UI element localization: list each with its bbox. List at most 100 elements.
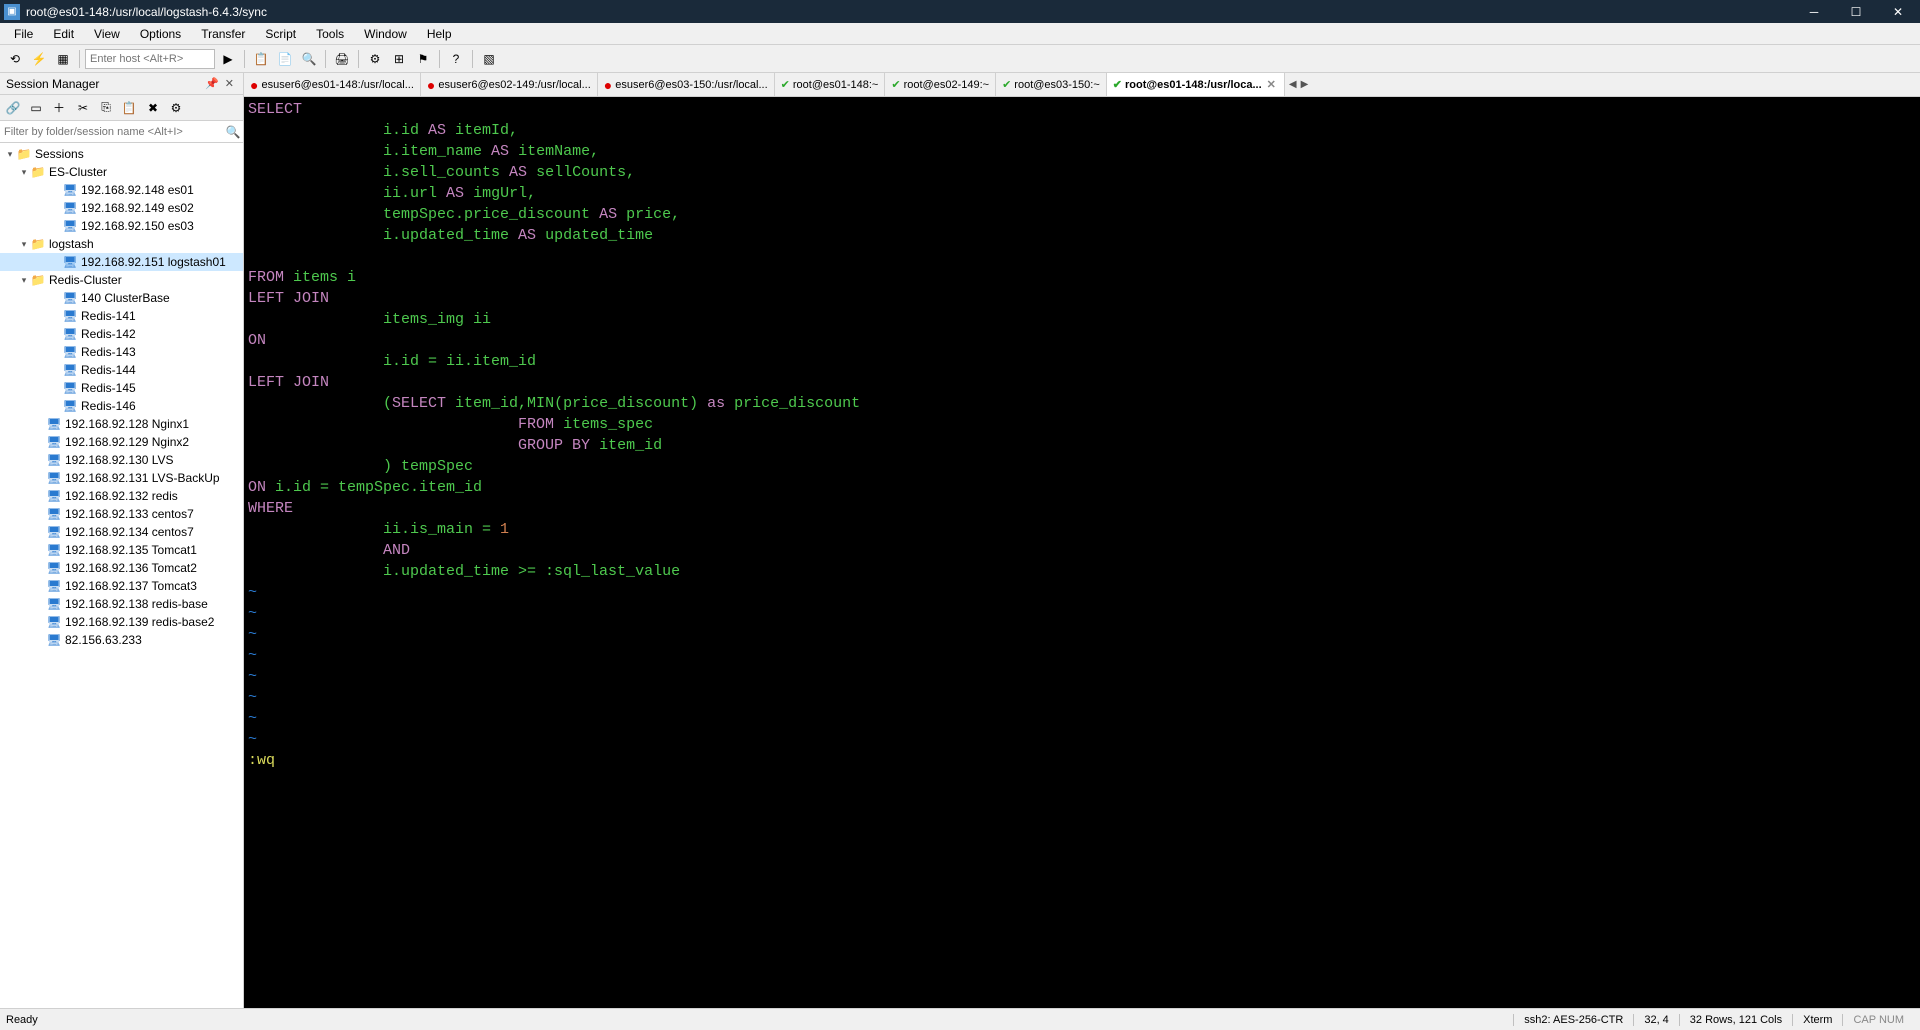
menu-window[interactable]: Window: [354, 25, 417, 43]
paste-session-button[interactable]: 📋: [118, 97, 140, 119]
tree-session[interactable]: 🖥Redis-145: [0, 379, 243, 397]
tree-folder[interactable]: ▾📁ES-Cluster: [0, 163, 243, 181]
tree-session[interactable]: 🖥192.168.92.128 Nginx1: [0, 415, 243, 433]
tree-session[interactable]: 🖥Redis-144: [0, 361, 243, 379]
session-icon: 🖥: [46, 633, 62, 647]
search-icon[interactable]: 🔍: [223, 121, 243, 142]
tab-nav: ◀▶: [1285, 73, 1312, 96]
tree-item-label: 192.168.92.135 Tomcat1: [65, 543, 197, 557]
host-input[interactable]: [85, 49, 215, 69]
tree-session[interactable]: 🖥Redis-141: [0, 307, 243, 325]
tree-session[interactable]: 🖥192.168.92.136 Tomcat2: [0, 559, 243, 577]
tree-item-label: 192.168.92.134 centos7: [65, 525, 194, 539]
tree-session[interactable]: 🖥192.168.92.149 es02: [0, 199, 243, 217]
delete-button[interactable]: ✖: [142, 97, 164, 119]
tree-item-label: 192.168.92.130 LVS: [65, 453, 174, 467]
toolbar-separator: [325, 50, 326, 68]
close-button[interactable]: ✕: [1886, 5, 1910, 19]
tree-item-label: 192.168.92.151 logstash01: [81, 255, 226, 269]
connect-dialog-button[interactable]: ▦: [52, 48, 74, 70]
session-tab[interactable]: ✔root@es03-150:~: [996, 73, 1107, 96]
session-tab[interactable]: ●esuser6@es01-148:/usr/local...: [244, 73, 421, 96]
paste-button[interactable]: 📄: [274, 48, 296, 70]
tree-item-label: Redis-Cluster: [49, 273, 122, 287]
tree-session[interactable]: 🖥192.168.92.130 LVS: [0, 451, 243, 469]
properties-button[interactable]: ⚙: [165, 97, 187, 119]
reconnect-button[interactable]: ⟲: [4, 48, 26, 70]
session-tab[interactable]: ✔root@es01-148:/usr/loca...✕: [1107, 73, 1285, 96]
menu-edit[interactable]: Edit: [43, 25, 84, 43]
disconnect-button[interactable]: ⚡: [28, 48, 50, 70]
session-icon: 🖥: [62, 327, 78, 341]
tree-item-label: Redis-146: [81, 399, 136, 413]
tree-item-label: 192.168.92.139 redis-base2: [65, 615, 214, 629]
session-icon: 🖥: [62, 201, 78, 215]
tree-session[interactable]: 🖥192.168.92.138 redis-base: [0, 595, 243, 613]
print-button[interactable]: 🖨: [331, 48, 353, 70]
menu-options[interactable]: Options: [130, 25, 191, 43]
close-panel-button[interactable]: ✕: [222, 77, 237, 90]
link-button[interactable]: 🔗: [2, 97, 24, 119]
tree-session[interactable]: 🖥192.168.92.135 Tomcat1: [0, 541, 243, 559]
tree-session[interactable]: 🖥192.168.92.129 Nginx2: [0, 433, 243, 451]
cut-button[interactable]: ✂: [72, 97, 94, 119]
tab-label: root@es03-150:~: [1014, 79, 1099, 91]
help-button[interactable]: ?: [445, 48, 467, 70]
new-folder-button[interactable]: ▭: [25, 97, 47, 119]
tab-close-button[interactable]: ✕: [1265, 78, 1278, 91]
menu-script[interactable]: Script: [255, 25, 306, 43]
title-bar: ▣ root@es01-148:/usr/local/logstash-6.4.…: [0, 0, 1920, 23]
minimize-button[interactable]: ─: [1802, 5, 1826, 19]
tree-session[interactable]: 🖥82.156.63.233: [0, 631, 243, 649]
session-tree[interactable]: ▾📁Sessions▾📁ES-Cluster🖥192.168.92.148 es…: [0, 143, 243, 1008]
extra-button[interactable]: ▧: [478, 48, 500, 70]
tree-session[interactable]: 🖥Redis-146: [0, 397, 243, 415]
pin-button[interactable]: 📌: [202, 77, 222, 90]
tree-session[interactable]: 🖥192.168.92.150 es03: [0, 217, 243, 235]
menu-transfer[interactable]: Transfer: [191, 25, 255, 43]
tree-root-label: Sessions: [35, 147, 84, 161]
session-tab[interactable]: ✔root@es01-148:~: [775, 73, 886, 96]
tree-session[interactable]: 🖥192.168.92.137 Tomcat3: [0, 577, 243, 595]
tab-prev-button[interactable]: ◀: [1289, 79, 1297, 90]
menu-help[interactable]: Help: [417, 25, 462, 43]
tree-session[interactable]: 🖥192.168.92.132 redis: [0, 487, 243, 505]
toolbar-separator: [439, 50, 440, 68]
tree-session[interactable]: 🖥140 ClusterBase: [0, 289, 243, 307]
clear-button[interactable]: ⊞: [388, 48, 410, 70]
tree-folder[interactable]: ▾📁Redis-Cluster: [0, 271, 243, 289]
menu-tools[interactable]: Tools: [306, 25, 354, 43]
find-button[interactable]: 🔍: [298, 48, 320, 70]
tab-next-button[interactable]: ▶: [1301, 79, 1309, 90]
menu-file[interactable]: File: [4, 25, 43, 43]
terminal[interactable]: SELECT i.id AS itemId, i.item_name AS it…: [244, 97, 1920, 1008]
session-manager-header: Session Manager 📌 ✕: [0, 73, 243, 95]
tree-item-label: 192.168.92.148 es01: [81, 183, 194, 197]
new-session-button[interactable]: ＋: [48, 97, 70, 119]
tree-root[interactable]: ▾📁Sessions: [0, 145, 243, 163]
session-tab[interactable]: ✔root@es02-149:~: [885, 73, 996, 96]
maximize-button[interactable]: ☐: [1844, 5, 1868, 19]
session-icon: 🖥: [46, 543, 62, 557]
session-tab[interactable]: ●esuser6@es03-150:/usr/local...: [598, 73, 775, 96]
tree-folder[interactable]: ▾📁logstash: [0, 235, 243, 253]
copy-session-button[interactable]: ⎘: [95, 97, 117, 119]
tree-session[interactable]: 🖥Redis-143: [0, 343, 243, 361]
log-button[interactable]: ⚑: [412, 48, 434, 70]
tree-session[interactable]: 🖥Redis-142: [0, 325, 243, 343]
tree-session[interactable]: 🖥192.168.92.134 centos7: [0, 523, 243, 541]
filter-input[interactable]: [0, 121, 223, 142]
settings-button[interactable]: ⚙: [364, 48, 386, 70]
status-position: 32, 4: [1633, 1014, 1678, 1026]
copy-button[interactable]: 📋: [250, 48, 272, 70]
tree-session[interactable]: 🖥192.168.92.131 LVS-BackUp: [0, 469, 243, 487]
tree-session[interactable]: 🖥192.168.92.139 redis-base2: [0, 613, 243, 631]
tree-item-label: Redis-142: [81, 327, 136, 341]
tree-session[interactable]: 🖥192.168.92.133 centos7: [0, 505, 243, 523]
menu-view[interactable]: View: [84, 25, 130, 43]
tree-session[interactable]: 🖥192.168.92.148 es01: [0, 181, 243, 199]
tree-session[interactable]: 🖥192.168.92.151 logstash01: [0, 253, 243, 271]
connect-button[interactable]: ▶: [217, 48, 239, 70]
status-bar: Ready ssh2: AES-256-CTR 32, 4 32 Rows, 1…: [0, 1008, 1920, 1030]
session-tab[interactable]: ●esuser6@es02-149:/usr/local...: [421, 73, 598, 96]
